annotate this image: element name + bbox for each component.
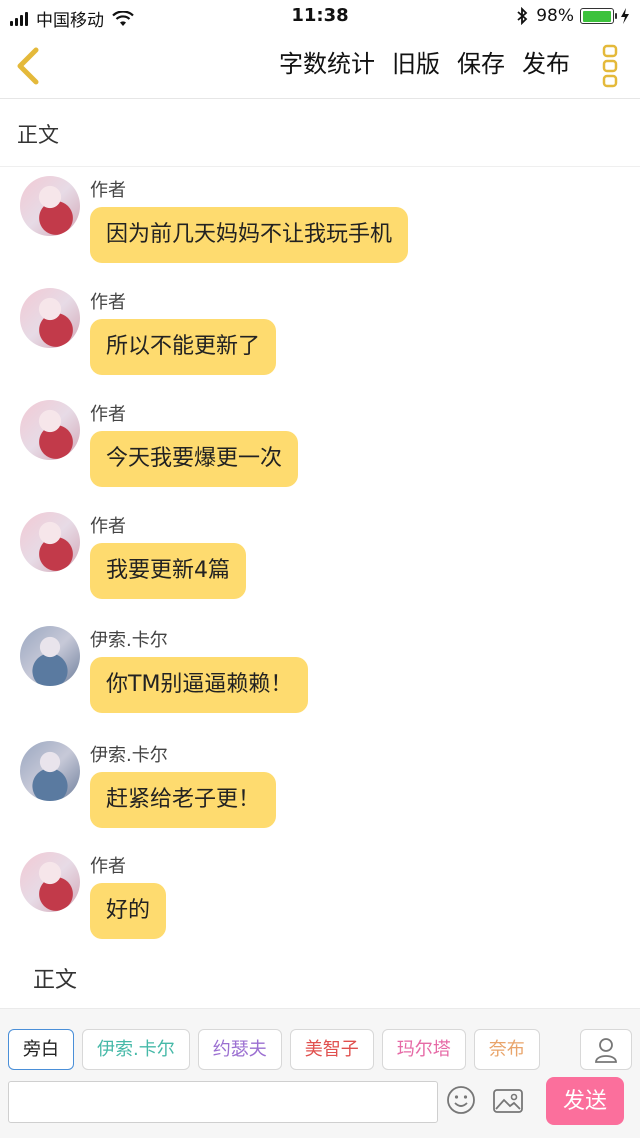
sender-name: 作者: [90, 856, 126, 877]
charging-icon: [621, 8, 629, 24]
section-header: 正文: [0, 99, 640, 167]
role-manage-button[interactable]: [580, 1029, 632, 1070]
role-iso-carl[interactable]: 伊索.卡尔: [82, 1029, 190, 1070]
more-vertical-icon[interactable]: [602, 44, 618, 88]
avatar[interactable]: [20, 288, 80, 348]
message-input[interactable]: [8, 1081, 438, 1123]
sender-name: 作者: [90, 292, 126, 313]
sender-name: 伊索.卡尔: [90, 630, 168, 651]
status-bar: 中国移动 11:38 98%: [0, 0, 640, 34]
nav-bar: 字数统计 旧版 保存 发布: [0, 34, 640, 99]
role-joseph[interactable]: 约瑟夫: [197, 1029, 282, 1070]
role-naib[interactable]: 奈布: [473, 1029, 540, 1070]
battery-icon: [580, 8, 617, 24]
message-bubble[interactable]: 赶紧给老子更！: [90, 772, 277, 828]
role-michiko[interactable]: 美智子: [289, 1029, 374, 1070]
avatar[interactable]: [20, 400, 80, 460]
sender-name: 作者: [90, 180, 126, 201]
save-button[interactable]: 保存: [457, 48, 505, 80]
section-title-bottom: 正文: [33, 968, 78, 993]
message-bubble[interactable]: 好的: [90, 883, 167, 939]
message-bubble[interactable]: 今天我要爆更一次: [90, 431, 299, 487]
image-icon[interactable]: [492, 1087, 524, 1115]
message-bubble[interactable]: 我要更新4篇: [90, 543, 246, 599]
section-title: 正文: [17, 123, 59, 147]
avatar[interactable]: [20, 626, 80, 686]
battery-fill: [582, 10, 611, 22]
role-selector: 旁白 伊索.卡尔 约瑟夫 美智子 玛尔塔 奈布: [8, 1029, 548, 1070]
status-right: 98%: [516, 6, 630, 26]
avatar[interactable]: [20, 741, 80, 801]
chevron-left-icon[interactable]: [10, 42, 50, 90]
sender-name: 作者: [90, 516, 126, 537]
message-bubble[interactable]: 你TM别逼逼赖赖！: [90, 657, 309, 713]
sender-name: 作者: [90, 404, 126, 425]
old-version-button[interactable]: 旧版: [392, 48, 440, 80]
avatar[interactable]: [20, 176, 80, 236]
role-narrator[interactable]: 旁白: [8, 1029, 74, 1070]
publish-button[interactable]: 发布: [522, 48, 570, 80]
role-martha[interactable]: 玛尔塔: [381, 1029, 466, 1070]
battery-percent: 98%: [536, 6, 574, 26]
bluetooth-icon: [517, 7, 528, 25]
message-bubble[interactable]: 因为前几天妈妈不让我玩手机: [90, 207, 409, 263]
user-icon: [595, 1037, 617, 1063]
nav-actions: 字数统计 旧版 保存 发布: [262, 48, 570, 80]
send-button[interactable]: 发送: [546, 1077, 624, 1125]
emoji-icon[interactable]: [446, 1085, 476, 1115]
avatar[interactable]: [20, 852, 80, 912]
composer: 旁白 伊索.卡尔 约瑟夫 美智子 玛尔塔 奈布 发送: [0, 1008, 640, 1138]
avatar[interactable]: [20, 512, 80, 572]
word-count-button[interactable]: 字数统计: [279, 48, 375, 80]
message-bubble[interactable]: 所以不能更新了: [90, 319, 277, 375]
sender-name: 伊索.卡尔: [90, 745, 168, 766]
